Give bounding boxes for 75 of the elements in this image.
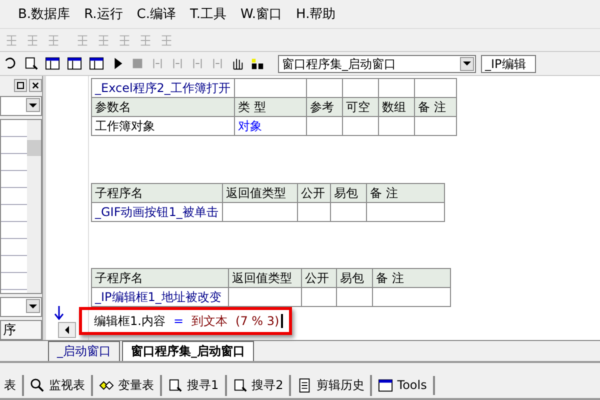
column-header: 参数名 xyxy=(92,98,234,116)
window-layout-icon[interactable] xyxy=(66,56,83,71)
search-icon xyxy=(30,378,45,392)
object-list[interactable] xyxy=(0,119,42,294)
panel-tab[interactable]: 搜寻2 xyxy=(226,374,292,396)
column-header: 备 注 xyxy=(372,268,450,288)
align-icon[interactable] xyxy=(4,32,19,48)
column-header: 类 型 xyxy=(234,98,306,116)
editor-tab[interactable]: _启动窗口 xyxy=(48,341,120,361)
subroutine-select[interactable]: _IP编辑 xyxy=(481,54,536,72)
column-header: 易包 xyxy=(336,268,372,288)
find-icon[interactable] xyxy=(24,56,39,71)
column-header: 易包 xyxy=(330,184,366,202)
align-icon[interactable] xyxy=(46,32,61,48)
menu-item[interactable]: C.编译 xyxy=(136,5,176,23)
column-header: 备 注 xyxy=(414,98,456,116)
close-icon xyxy=(32,82,39,89)
scrollbar[interactable] xyxy=(27,120,41,293)
procedure-select[interactable]: 窗口程序集_启动窗口 xyxy=(278,54,476,72)
align-icon[interactable] xyxy=(159,32,174,48)
document-icon xyxy=(297,378,312,392)
code-arguments: (7 % 3) xyxy=(236,314,280,328)
code-operator: = xyxy=(173,314,184,328)
code-target: 编辑框1.内容 xyxy=(94,312,166,330)
column-header: 公开 xyxy=(298,184,330,202)
panel-tab[interactable]: 剪辑历史 xyxy=(291,374,372,396)
find-icon xyxy=(168,378,183,392)
table-cell: _Excel程序2_工作簿打开 xyxy=(92,78,234,98)
column-header: 数组 xyxy=(378,98,414,116)
column-header: 子程序名 xyxy=(92,268,228,288)
left-arrow-icon xyxy=(65,326,69,334)
panel-tab[interactable]: 表 xyxy=(0,374,24,396)
close-button[interactable] xyxy=(29,79,42,92)
table-cell: _GIF动画按钮1_被单击 xyxy=(92,202,222,222)
column-header: 可空 xyxy=(342,98,378,116)
panel-tab[interactable]: Tools xyxy=(372,376,435,394)
align-icon[interactable] xyxy=(96,32,111,48)
column-header: 返回值类型 xyxy=(222,184,298,202)
menu-item[interactable]: R.运行 xyxy=(84,5,123,23)
stop-icon[interactable] xyxy=(130,56,145,71)
column-header: 参考 xyxy=(306,98,342,116)
column-header: 公开 xyxy=(302,268,336,288)
table-cell: _IP编辑框1_地址被改变 xyxy=(92,288,228,306)
object-select[interactable] xyxy=(0,96,42,116)
down-arrow-icon xyxy=(54,306,64,320)
maximize-button[interactable] xyxy=(14,79,27,92)
table-cell: 对象 xyxy=(234,116,306,136)
menu-item[interactable]: B.数据库 xyxy=(18,5,70,23)
panel-tab[interactable]: 序 xyxy=(0,320,42,340)
window-icon xyxy=(378,378,394,392)
align-icon[interactable] xyxy=(117,32,132,48)
panel-tab[interactable]: 搜寻1 xyxy=(162,374,227,396)
column-header: 返回值类型 xyxy=(228,268,302,288)
caret-icon xyxy=(463,61,471,66)
align-icon[interactable] xyxy=(25,32,40,48)
window-layout-icon[interactable] xyxy=(88,56,105,71)
code-function: 到文本 xyxy=(192,312,228,330)
editor-tab[interactable]: 窗口程序集_启动窗口 xyxy=(122,341,254,361)
menu-item[interactable]: W.窗口 xyxy=(240,5,282,23)
panel-tab[interactable]: 变量表 xyxy=(93,374,162,396)
scroll-left-button[interactable] xyxy=(58,322,76,338)
find-icon xyxy=(232,378,248,392)
panel-tab[interactable]: 监视表 xyxy=(24,374,93,396)
align-icon[interactable] xyxy=(75,32,90,48)
column-header: 备 注 xyxy=(366,184,444,202)
menu-item[interactable]: H.帮助 xyxy=(296,5,336,23)
caret-icon xyxy=(29,304,37,308)
caret-icon xyxy=(29,102,37,108)
column-header: 子程序名 xyxy=(92,184,222,202)
maximize-icon xyxy=(17,82,24,89)
table-cell: 工作簿对象 xyxy=(92,116,234,136)
property-select[interactable] xyxy=(0,297,42,317)
align-icon[interactable] xyxy=(138,32,153,48)
menu-item[interactable]: T.工具 xyxy=(190,5,227,23)
window-layout-icon[interactable] xyxy=(44,56,61,71)
